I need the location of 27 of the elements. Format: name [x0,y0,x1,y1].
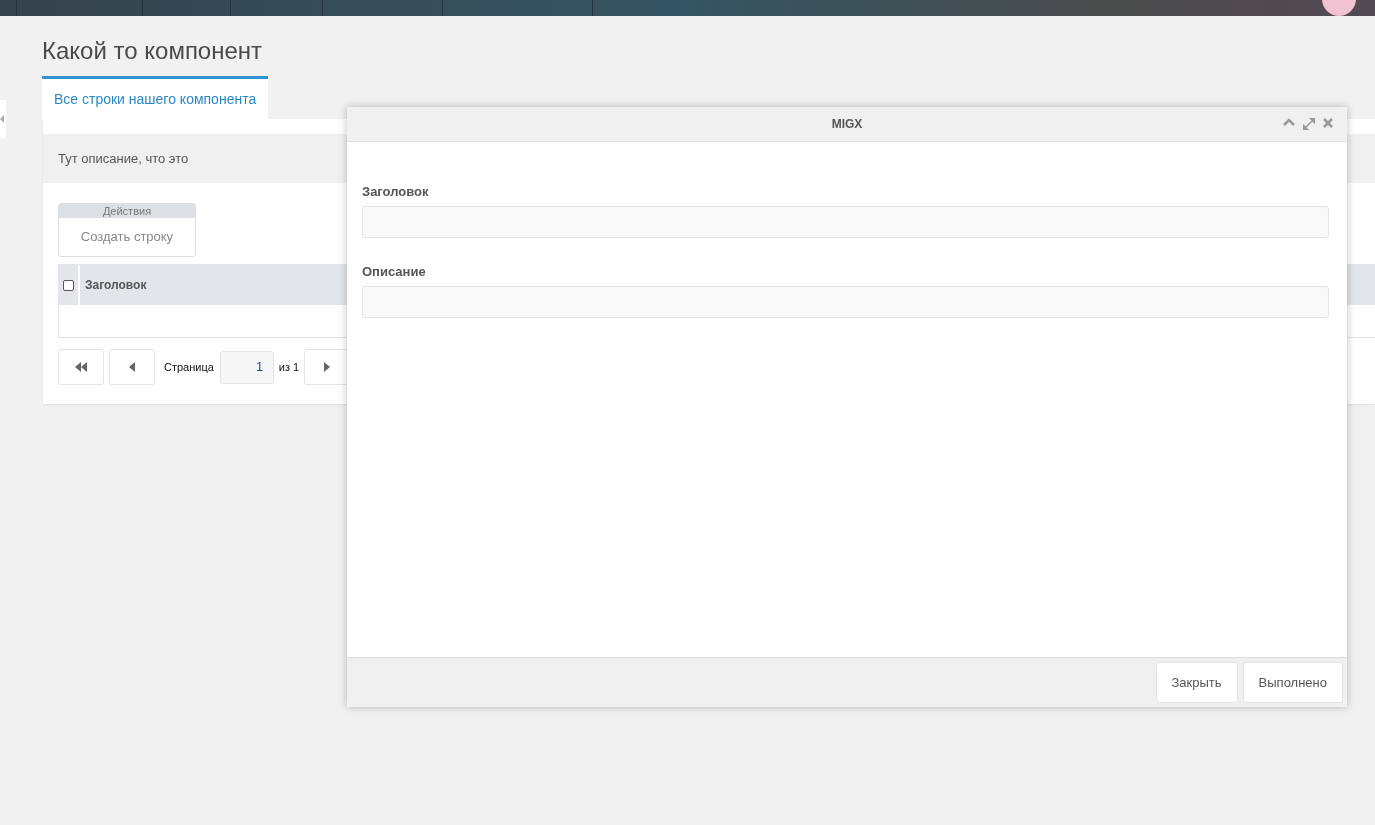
previous-page-button[interactable] [109,349,155,385]
column-header[interactable]: Заголовок [80,278,147,292]
page-count-label: из 1 [278,361,300,373]
text-field[interactable] [362,286,1329,318]
actions-title: Действия [59,204,195,218]
sidebar-toggle[interactable] [0,100,6,138]
close-button[interactable]: Закрыть [1155,662,1238,703]
select-all-checkbox[interactable] [63,279,74,291]
description-text: Тут описание, что это [58,151,189,166]
create-row-button[interactable]: Создать строку [72,224,182,249]
field-label: Описание [362,264,427,279]
caret-left-icon [0,115,4,123]
caret-right-icon [324,362,331,372]
close-icon[interactable] [1323,118,1333,128]
tab[interactable]: Все строки нашего компонента [42,76,269,119]
field-label: Заголовок [362,184,430,199]
page-label: Страница [164,361,214,373]
done-button[interactable]: Выполнено [1242,662,1343,703]
first-page-button[interactable] [58,349,104,385]
caret-left-icon [129,362,135,372]
dialog-title: MIGX [831,117,863,131]
page-number-field[interactable]: 1 [219,350,274,384]
maximize-icon[interactable] [1303,118,1315,130]
collapse-icon[interactable] [1283,118,1295,126]
page-title: Какой то компонент [42,36,264,66]
text-field[interactable] [362,206,1329,238]
double-left-icon [75,362,87,372]
